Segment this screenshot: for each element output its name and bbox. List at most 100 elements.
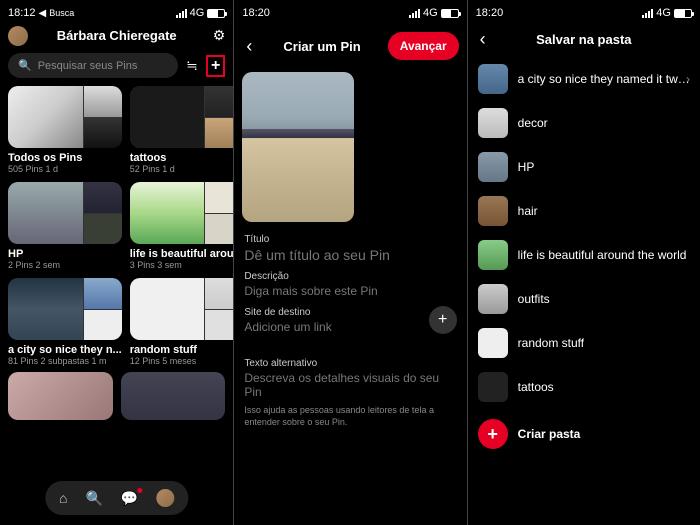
alt-field-group: Texto alternativo Descreva os detalhes v… [234,354,466,403]
status-bar: 18:20 4G [234,0,466,22]
folder-name: decor [518,116,548,130]
folder-name: random stuff [518,336,584,350]
alt-input[interactable]: Descreva os detalhes visuais do seu Pin [244,371,456,399]
search-placeholder: Pesquisar seus Pins [38,60,138,72]
folder-name: tattoos [518,380,554,394]
plus-icon: + [438,311,447,329]
screen-create-pin: 18:20 4G ‹ Criar um Pin Avançar Título D… [233,0,466,525]
board-thumb[interactable] [8,372,113,420]
folder-item[interactable]: tattoos [478,365,690,409]
extra-row [0,366,233,420]
folder-thumb [478,328,508,358]
link-input[interactable]: Adicione um link [244,320,331,334]
board-cover [8,278,122,340]
board-cover [130,86,234,148]
profile-nav-icon[interactable] [156,489,174,507]
advance-button[interactable]: Avançar [388,32,459,60]
screen-profile: 18:12 ◀ Busca 4G Bárbara Chieregate ⚙ 🔍 … [0,0,233,525]
board-meta: 505 Pins 1 d [8,164,122,174]
status-bar: 18:20 4G [468,0,700,22]
board-name: Todos os Pins [8,152,122,164]
home-icon[interactable]: ⌂ [59,490,67,506]
title-label: Título [244,234,456,245]
folder-thumb [478,372,508,402]
title-input[interactable]: Dê um título ao seu Pin [244,247,456,263]
messages-icon[interactable]: 💬 [121,490,138,507]
link-label: Site de destino [244,307,331,318]
add-link-button[interactable]: + [429,306,457,334]
board-item[interactable]: Todos os Pins505 Pins 1 d [8,86,122,174]
search-icon: 🔍 [18,59,32,72]
title-field-group: Título Dê um título ao seu Pin [234,230,466,267]
back-icon[interactable]: ‹ [476,29,490,50]
folder-thumb [478,108,508,138]
desc-label: Descrição [244,271,456,282]
board-item[interactable]: a city so nice they n...81 Pins 2 subpas… [8,278,122,366]
profile-title: Bárbara Chieregate [57,28,177,43]
link-field-group: Site de destino Adicione um link + [234,302,466,342]
board-thumb[interactable] [121,372,226,420]
folder-name: outfits [518,292,550,306]
board-name: a city so nice they n... [8,344,122,356]
board-meta: 3 Pins 3 sem [130,260,234,270]
folder-item[interactable]: HP [478,145,690,189]
create-folder-row[interactable]: + Criar pasta [478,409,690,459]
folder-item[interactable]: decor [478,101,690,145]
save-folder-header: ‹ Salvar na pasta [468,22,700,57]
board-name: random stuff [130,344,234,356]
status-time: 18:20 [242,7,270,19]
network-label: 4G [423,7,438,19]
desc-field-group: Descrição Diga mais sobre este Pin [234,267,466,302]
board-cover [130,182,234,244]
folder-item[interactable]: life is beautiful around the world [478,233,690,277]
battery-icon [674,9,692,18]
filter-icon[interactable]: ≒ [184,57,200,74]
folder-name: HP [518,160,535,174]
folder-item[interactable]: hair [478,189,690,233]
board-meta: 52 Pins 1 d [130,164,234,174]
folder-thumb [478,152,508,182]
folder-list: a city so nice they named it twice› decor… [468,57,700,409]
folder-thumb [478,284,508,314]
board-meta: 12 Pins 5 meses [130,356,234,366]
avatar[interactable] [8,26,28,46]
board-cover [8,86,122,148]
bottom-nav: ⌂ 🔍 💬 [45,481,188,515]
create-folder-icon: + [478,419,508,449]
back-icon[interactable]: ‹ [242,36,256,57]
search-nav-icon[interactable]: 🔍 [85,490,102,507]
add-pin-button[interactable]: + [206,55,225,77]
board-item[interactable]: HP2 Pins 2 sem [8,182,122,270]
desc-input[interactable]: Diga mais sobre este Pin [244,284,456,298]
pin-image-preview[interactable] [242,72,354,222]
board-item[interactable]: random stuff12 Pins 5 meses [130,278,234,366]
status-back-icon: ◀ [39,8,47,19]
create-folder-label: Criar pasta [518,427,581,441]
folder-item[interactable]: outfits [478,277,690,321]
folder-item[interactable]: random stuff [478,321,690,365]
status-back-label: Busca [49,8,74,18]
board-item[interactable]: tattoos52 Pins 1 d [130,86,234,174]
plus-icon: + [211,57,220,74]
board-meta: 2 Pins 2 sem [8,260,122,270]
alt-label: Texto alternativo [244,358,456,369]
alt-help-text: Isso ajuda as pessoas usando leitores de… [234,403,466,430]
folder-thumb [478,196,508,226]
notification-dot [137,488,142,493]
signal-icon [176,9,187,18]
folder-item[interactable]: a city so nice they named it twice› [478,57,690,101]
battery-icon [207,9,225,18]
folder-name: hair [518,204,538,218]
page-title: Salvar na pasta [536,32,631,47]
network-label: 4G [656,7,671,19]
board-cover [130,278,234,340]
board-cover [8,182,122,244]
boards-grid: Todos os Pins505 Pins 1 dtattoos52 Pins … [0,86,233,366]
folder-name: life is beautiful around the world [518,248,687,262]
status-time: 18:20 [476,7,504,19]
folder-name: a city so nice they named it twice [518,72,690,86]
gear-icon[interactable]: ⚙ [213,27,226,44]
search-input[interactable]: 🔍 Pesquisar seus Pins [8,53,178,78]
board-item[interactable]: life is beautiful arou...3 Pins 3 sem [130,182,234,270]
folder-thumb [478,64,508,94]
